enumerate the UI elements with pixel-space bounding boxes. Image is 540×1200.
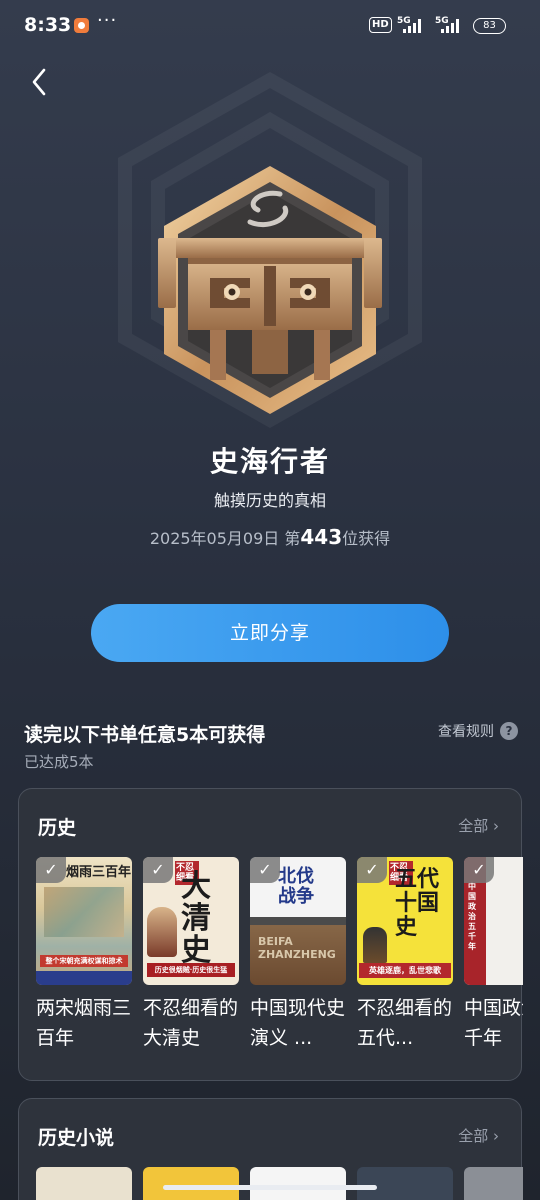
- badge-subtitle: 触摸历史的真相: [213, 491, 326, 510]
- book-list: [36, 1167, 523, 1200]
- checkmark-icon: ✓: [250, 857, 280, 883]
- battery-icon: 83: [473, 18, 506, 34]
- rank-suffix: 位获得: [342, 529, 391, 548]
- badge-earned-info: 2025年05月09日 第443位获得: [0, 525, 540, 549]
- book-item[interactable]: 中国政治五千年 ✓ 中国政治五千年: [464, 857, 523, 1053]
- book-item[interactable]: 北伐战争 BEIFA ZHANZHENG ✓ 中国现代史演义 ...: [250, 857, 346, 1053]
- status-bar: 8:33 ··· HD 5G 5G 83: [0, 0, 540, 52]
- rank-number: 443: [300, 525, 343, 549]
- book-item[interactable]: 不忍细看 大清史 历史很烟贼·历史很生猛 ✓ 不忍细看的大清史: [143, 857, 239, 1053]
- view-rules-link[interactable]: 查看规则 ?: [438, 721, 518, 741]
- back-button[interactable]: [22, 62, 58, 102]
- book-title: 两宋烟雨三百年: [36, 997, 132, 1049]
- section-title: 历史小说: [38, 1127, 115, 1149]
- book-cover: 不忍细看 大清史 历史很烟贼·历史很生猛 ✓: [143, 857, 239, 985]
- earned-date: 2025年05月09日: [149, 529, 280, 548]
- book-item[interactable]: 烟雨三百年 整个宋朝充满权谋和掠术 ✓ 两宋烟雨三百年: [36, 857, 132, 1053]
- status-time: 8:33: [24, 14, 72, 36]
- more-notifications-icon: ···: [97, 10, 118, 31]
- book-cover: 北伐战争 BEIFA ZHANZHENG ✓: [250, 857, 346, 985]
- view-all-link[interactable]: 全部 ›: [458, 1125, 499, 1146]
- view-rules-label: 查看规则: [438, 724, 494, 740]
- app-notification-icon: [74, 18, 89, 33]
- book-title: 不忍细看的大清史: [143, 997, 239, 1049]
- home-indicator[interactable]: [163, 1185, 377, 1190]
- book-cover[interactable]: [464, 1167, 523, 1200]
- book-cover: 中国政治五千年 ✓: [464, 857, 523, 985]
- help-icon: ?: [500, 722, 518, 740]
- checkmark-icon: ✓: [143, 857, 173, 883]
- book-cover[interactable]: [357, 1167, 453, 1200]
- checkmark-icon: ✓: [357, 857, 387, 883]
- view-all-link[interactable]: 全部 ›: [458, 815, 499, 836]
- rank-prefix: 第: [284, 529, 301, 548]
- book-cover[interactable]: [250, 1167, 346, 1200]
- checkmark-icon: ✓: [464, 857, 494, 883]
- book-title: 中国现代史演义 ...: [250, 997, 346, 1049]
- share-button[interactable]: 立即分享: [91, 604, 449, 662]
- book-cover: 不忍细看 五代十国史 英雄逐鹿，乱世悲歌 ✓: [357, 857, 453, 985]
- book-cover[interactable]: [143, 1167, 239, 1200]
- book-title: 不忍细看的五代...: [357, 997, 453, 1049]
- signal-icon-2: 5G: [435, 16, 469, 34]
- requirement-progress: 已达成5本: [24, 753, 94, 771]
- badge-title: 史海行者: [209, 445, 330, 478]
- hd-voice-icon: HD: [369, 17, 392, 33]
- book-cover: 烟雨三百年 整个宋朝充满权谋和掠术 ✓: [36, 857, 132, 985]
- signal-icon-1: 5G: [397, 16, 431, 34]
- book-item[interactable]: 不忍细看 五代十国史 英雄逐鹿，乱世悲歌 ✓ 不忍细看的五代...: [357, 857, 453, 1053]
- book-cover[interactable]: [36, 1167, 132, 1200]
- checkmark-icon: ✓: [36, 857, 66, 883]
- book-list: 烟雨三百年 整个宋朝充满权谋和掠术 ✓ 两宋烟雨三百年 不忍细看 大清史 历史很…: [36, 857, 523, 1072]
- badge-emblem-icon: [158, 166, 382, 414]
- chevron-left-icon: [32, 68, 46, 96]
- book-title: 中国政治五千年: [464, 997, 523, 1049]
- section-card-history: 历史 全部 › 烟雨三百年 整个宋朝充满权谋和掠术 ✓ 两宋烟雨三百年 不忍细看…: [18, 788, 523, 1081]
- section-title: 历史: [38, 817, 77, 839]
- requirement-title: 读完以下书单任意5本可获得: [24, 724, 266, 746]
